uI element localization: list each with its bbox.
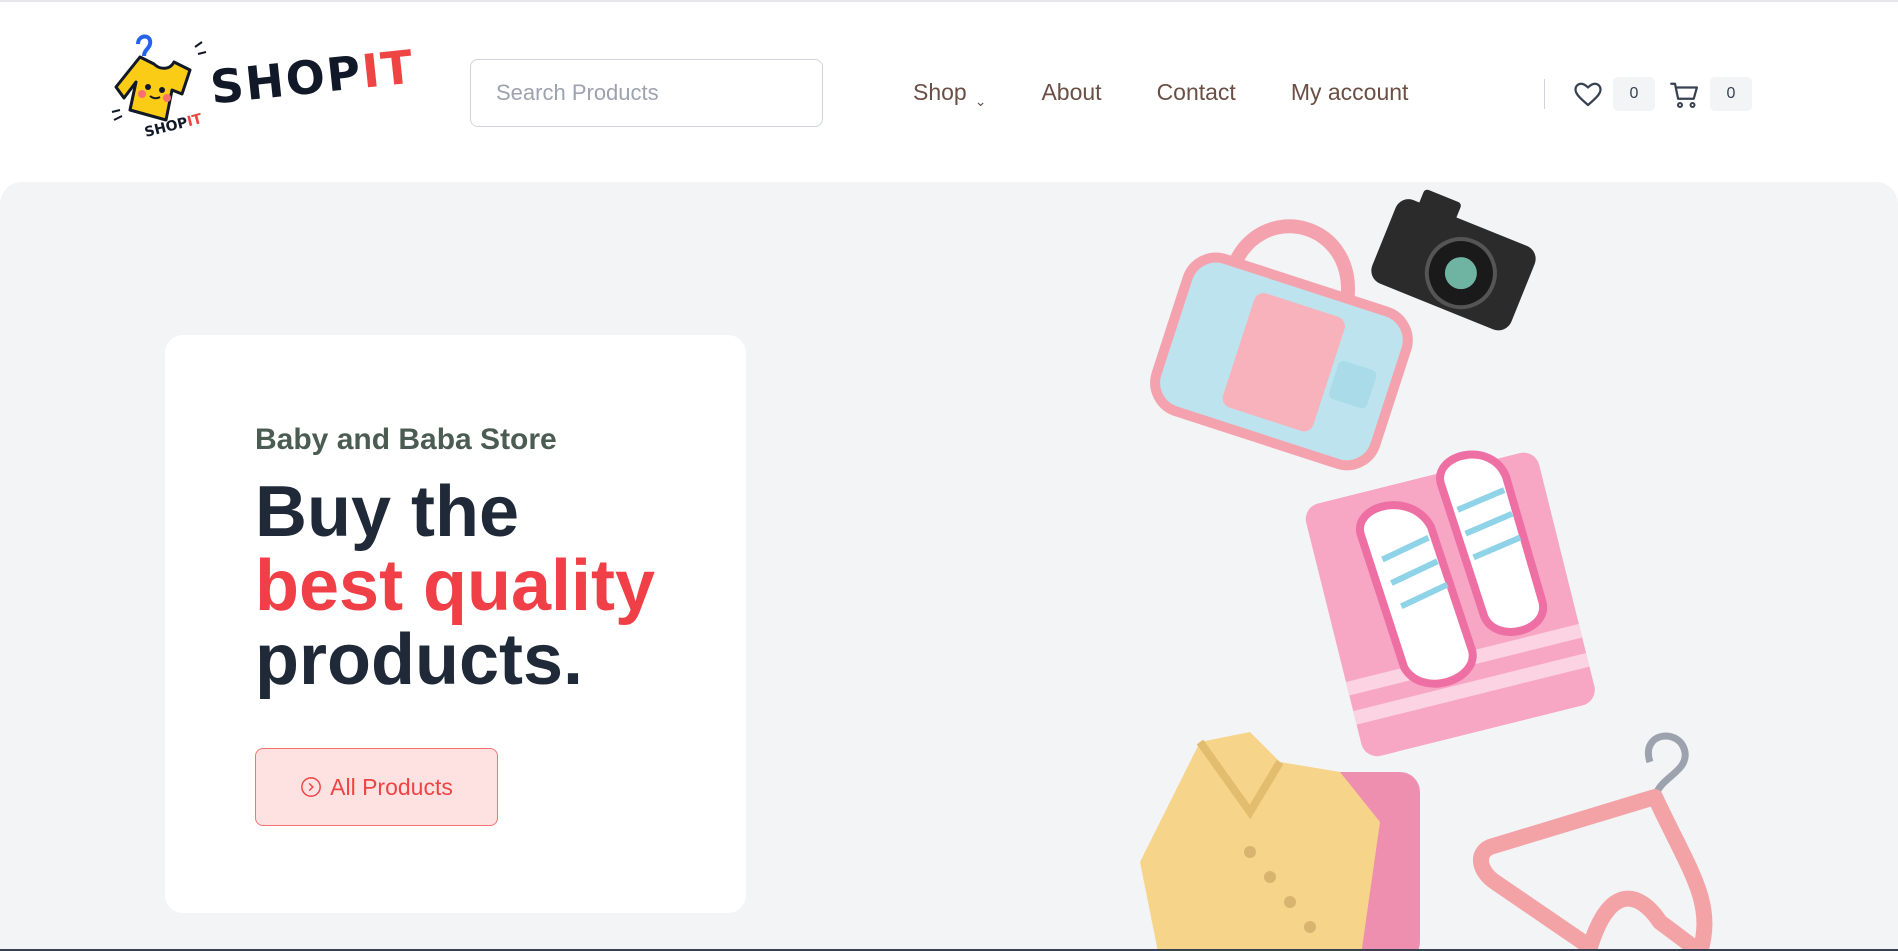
hanger-image (1473, 732, 1713, 951)
cart-count-badge: 0 (1710, 77, 1752, 111)
nav-my-account[interactable]: My account (1291, 79, 1409, 106)
main-nav: Shop ⌄ About Contact My account (913, 79, 1463, 109)
search-input[interactable] (470, 59, 823, 127)
hero-card: Baby and Baba Store Buy the best quality… (165, 335, 746, 913)
hero-products-illustration (1140, 189, 1713, 951)
heart-icon[interactable] (1573, 80, 1603, 110)
site-header: SHOPIT SHOPIT Shop⌄ About Contact My acc… (0, 2, 1898, 182)
hero-section: Baby and Baba Store Buy the best quality… (0, 182, 1898, 951)
shopit-logo[interactable]: SHOPIT SHOPIT (110, 32, 417, 147)
nav-contact[interactable]: Contact (1157, 79, 1236, 106)
hero-headline: Buy the best quality products. (255, 472, 656, 700)
all-products-button[interactable]: All Products (255, 748, 498, 826)
sneakers-image (1305, 450, 1595, 757)
nav-about[interactable]: About (1041, 79, 1101, 106)
hero-eyebrow: Baby and Baba Store (255, 423, 557, 456)
cart-icon[interactable] (1670, 80, 1700, 110)
logo-wordmark: SHOPIT (207, 39, 418, 115)
header-divider (1544, 79, 1545, 109)
chevron-right-circle-icon (301, 777, 322, 797)
wishlist-count-badge: 0 (1613, 77, 1655, 111)
chevron-down-icon: ⌄ (974, 93, 987, 109)
shirt-image (1140, 732, 1420, 951)
nav-shop[interactable]: Shop ⌄ (913, 79, 986, 109)
